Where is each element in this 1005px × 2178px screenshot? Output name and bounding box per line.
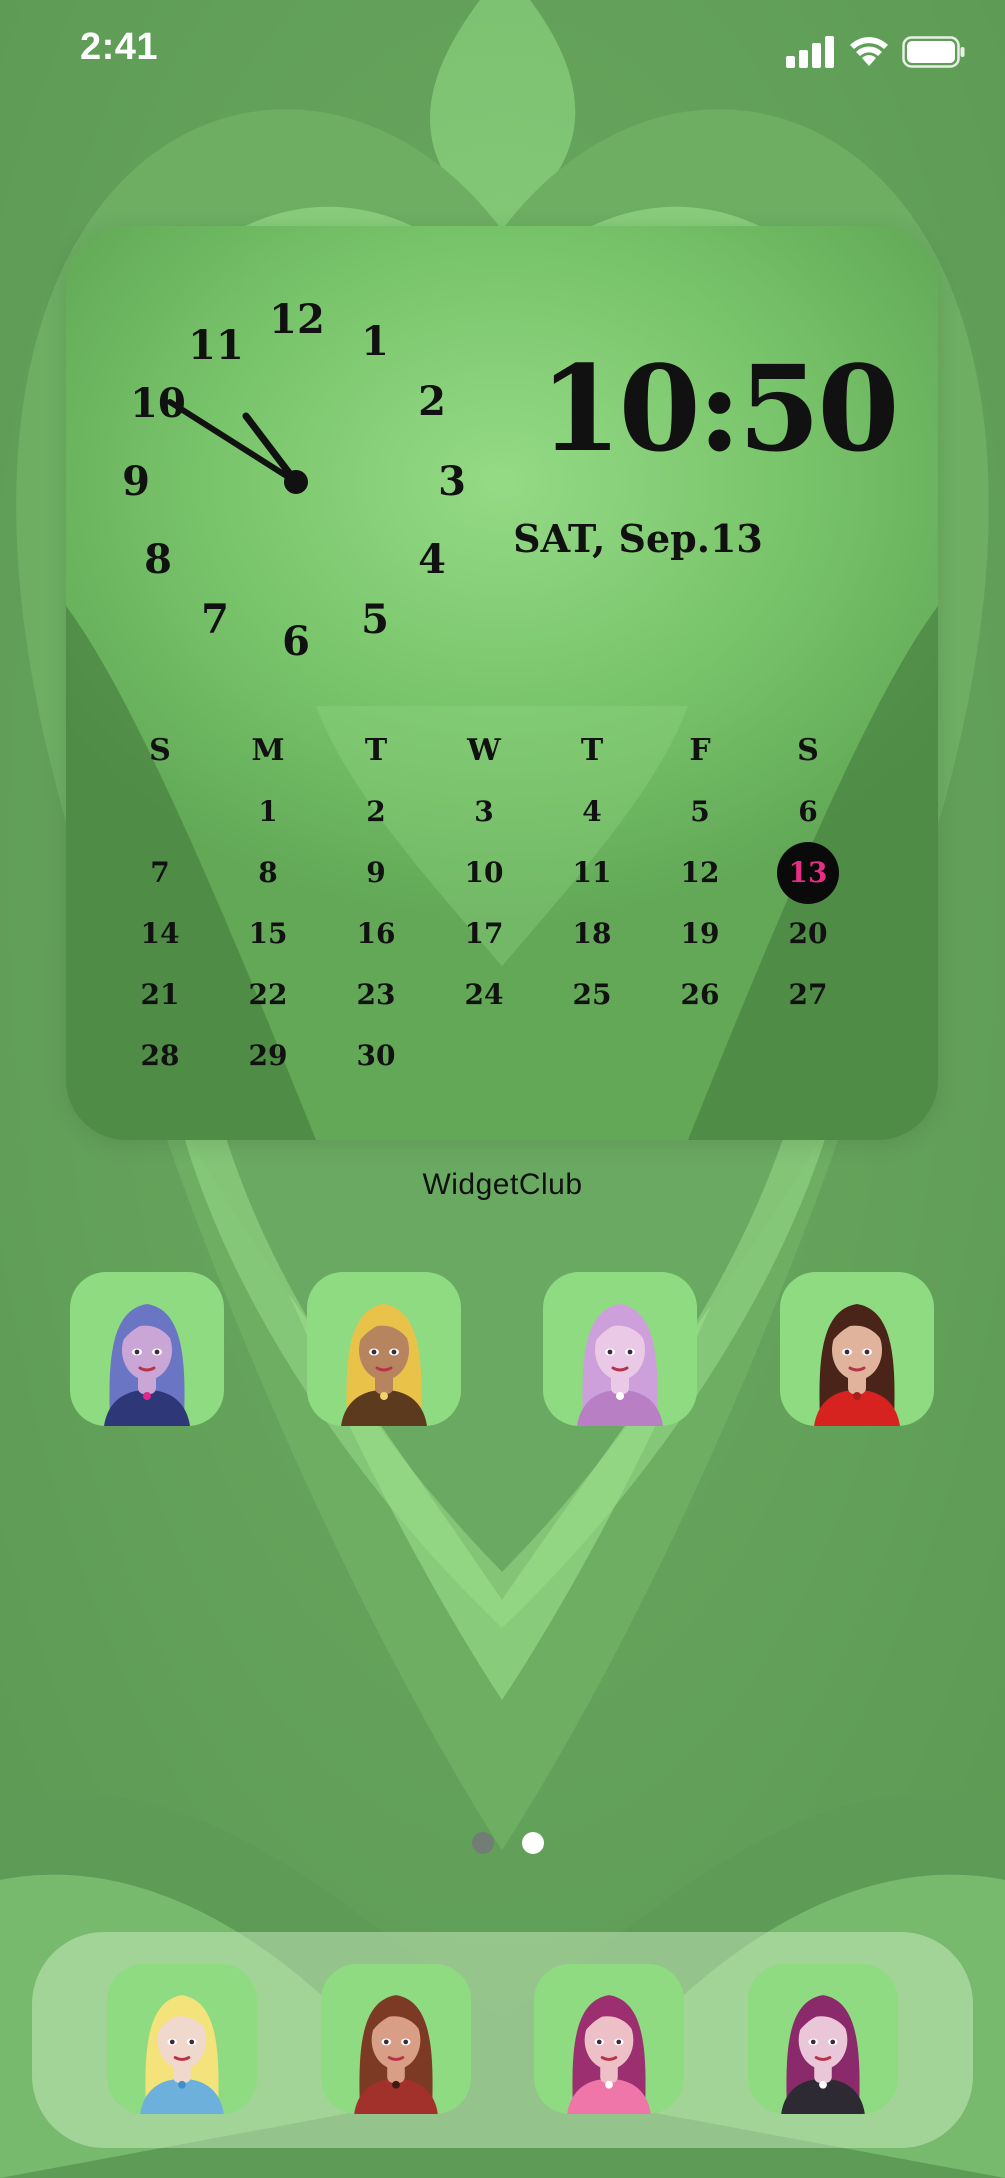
avatar-portrait-icon xyxy=(104,1304,190,1426)
avatar-portrait-icon xyxy=(577,1304,663,1426)
weekday-label: W xyxy=(467,733,501,768)
calendar-day: 17 xyxy=(464,917,504,950)
calendar-day: 26 xyxy=(680,978,720,1011)
calendar-day: 30 xyxy=(356,1039,396,1072)
calendar-day: 16 xyxy=(356,917,396,950)
signal-icon xyxy=(786,36,834,68)
calendar-day: 28 xyxy=(140,1039,180,1072)
app-icon-avatar-1[interactable] xyxy=(70,1272,224,1426)
page-dot-1[interactable] xyxy=(472,1832,494,1854)
date-label: SAT, Sep.13 xyxy=(513,516,763,561)
dock-icon-avatar-4[interactable] xyxy=(748,1964,898,2114)
month-calendar: S M T W T F S 1 2 3 4 5 6 7 8 9 10 11 12… xyxy=(106,720,862,1086)
weekday-label: T xyxy=(580,733,604,768)
weekday-label: F xyxy=(689,733,711,768)
calendar-day: 2 xyxy=(366,795,386,828)
calendar-weekday-row: S M T W T F S xyxy=(106,720,862,781)
analog-clock: 12 1 2 3 4 5 6 7 8 9 10 11 xyxy=(90,256,510,676)
calendar-day: 10 xyxy=(464,856,504,889)
calendar-day: 24 xyxy=(464,978,504,1011)
calendar-week-row: 7 8 9 10 11 12 13 xyxy=(106,841,862,904)
app-icon-avatar-2[interactable] xyxy=(307,1272,461,1426)
calendar-day: 12 xyxy=(680,856,720,889)
calendar-day-today: 13 xyxy=(754,841,862,904)
calendar-day: 21 xyxy=(140,978,180,1011)
calendar-day: 22 xyxy=(248,978,288,1011)
calendar-day: 4 xyxy=(582,795,602,828)
calendar-day: 11 xyxy=(572,856,612,889)
calendar-day: 1 xyxy=(258,795,278,828)
calendar-day: 14 xyxy=(140,917,180,950)
calendar-day: 15 xyxy=(248,917,288,950)
widget-label: WidgetClub xyxy=(422,1168,583,1201)
weekday-label: S xyxy=(797,733,819,768)
calendar-week-row: 21 22 23 24 25 26 27 xyxy=(106,964,862,1025)
dock-icon-avatar-1[interactable] xyxy=(107,1964,257,2114)
status-time: 2:41 xyxy=(80,26,159,68)
avatar-portrait-icon xyxy=(354,1995,438,2114)
calendar-day: 9 xyxy=(366,856,386,889)
page-dot-2-active[interactable] xyxy=(522,1832,544,1854)
calendar-day: 5 xyxy=(690,795,710,828)
calendar-day: 3 xyxy=(474,795,494,828)
dock-icon-avatar-2[interactable] xyxy=(321,1964,471,2114)
calendar-week-row: 28 29 30 xyxy=(106,1025,862,1086)
weekday-label: M xyxy=(251,733,285,768)
page-indicator[interactable] xyxy=(0,1832,1005,1856)
weekday-label: T xyxy=(364,733,388,768)
calendar-day: 20 xyxy=(788,917,828,950)
today-highlight: 13 xyxy=(777,841,839,904)
avatar-portrait-icon xyxy=(814,1304,900,1426)
clock-calendar-widget[interactable]: 12 1 2 3 4 5 6 7 8 9 10 11 10:50 SAT, Se… xyxy=(66,226,938,1140)
calendar-day: 25 xyxy=(572,978,612,1011)
calendar-day: 27 xyxy=(788,978,828,1011)
app-icon-avatar-3[interactable] xyxy=(543,1272,697,1426)
calendar-day: 29 xyxy=(248,1039,288,1072)
calendar-week-row: 1 2 3 4 5 6 xyxy=(106,781,862,842)
app-icon-avatar-4[interactable] xyxy=(780,1272,934,1426)
calendar-week-row: 14 15 16 17 18 19 20 xyxy=(106,903,862,964)
dock-icon-avatar-3[interactable] xyxy=(534,1964,684,2114)
calendar-day: 19 xyxy=(680,917,720,950)
avatar-portrait-icon xyxy=(781,1995,865,2114)
clock-hands xyxy=(167,399,308,494)
calendar-day: 18 xyxy=(572,917,612,950)
avatar-portrait-icon xyxy=(140,1995,224,2114)
calendar-day: 7 xyxy=(150,856,170,889)
avatar-portrait-icon xyxy=(567,1995,651,2114)
wifi-icon xyxy=(850,37,888,66)
status-bar: 2:41 xyxy=(0,0,1005,110)
calendar-day: 8 xyxy=(258,856,278,889)
calendar-day: 23 xyxy=(356,978,396,1011)
calendar-day: 6 xyxy=(798,795,818,828)
digital-time: 10:50 xyxy=(539,339,900,478)
weekday-label: S xyxy=(149,733,171,768)
avatar-portrait-icon xyxy=(341,1304,427,1426)
battery-icon xyxy=(902,36,965,68)
